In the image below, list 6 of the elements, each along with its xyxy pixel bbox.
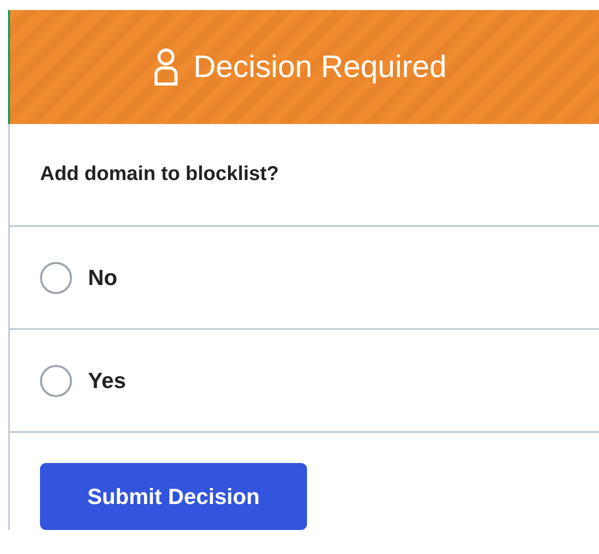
- submit-button[interactable]: Submit Decision: [40, 463, 307, 530]
- radio-option[interactable]: Yes: [40, 364, 126, 396]
- question-text: Add domain to blocklist?: [40, 163, 279, 186]
- header-title: Decision Required: [193, 49, 447, 85]
- radio-option[interactable]: No: [40, 262, 118, 294]
- person-icon: [153, 48, 180, 86]
